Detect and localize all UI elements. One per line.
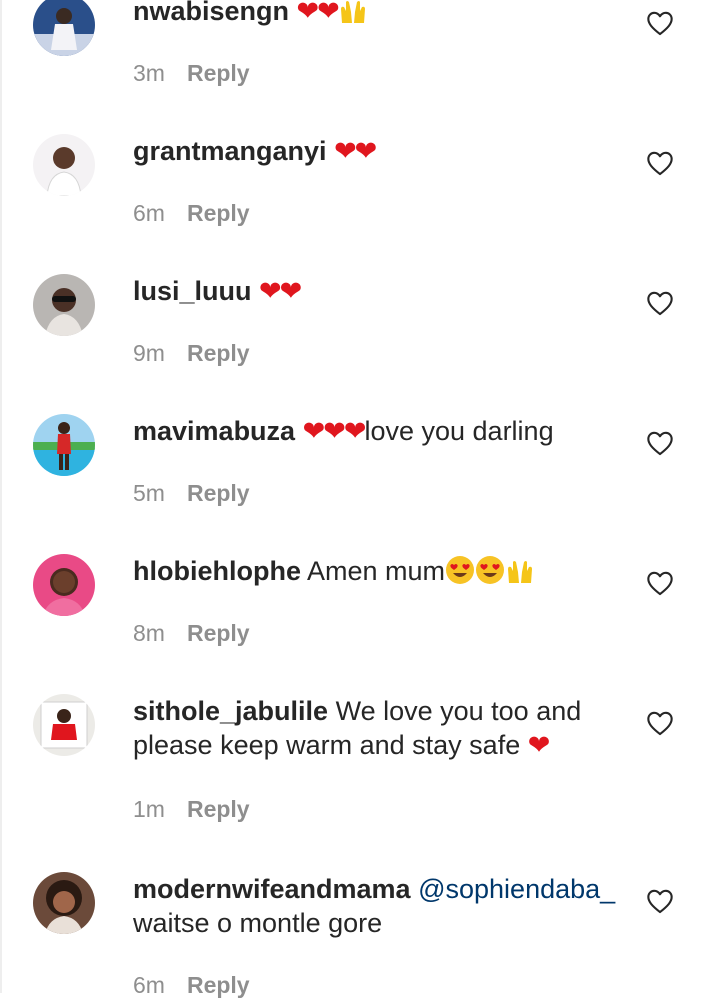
comment-body: Amen mum bbox=[307, 556, 446, 586]
comment-meta: 6m Reply bbox=[133, 972, 250, 999]
red-heart-emoji: ❤❤❤ bbox=[302, 416, 367, 446]
comment-meta: 9m Reply bbox=[133, 340, 250, 367]
like-button[interactable] bbox=[646, 570, 676, 598]
comment-text: modernwifeandmama @sophiendaba_ waitse o… bbox=[133, 872, 618, 940]
like-button[interactable] bbox=[646, 10, 676, 38]
heart-outline-icon bbox=[647, 711, 673, 736]
comment-body: waitse o montle gore bbox=[133, 908, 383, 938]
like-button[interactable] bbox=[646, 150, 676, 178]
avatar[interactable] bbox=[33, 694, 95, 756]
like-button[interactable] bbox=[646, 710, 676, 738]
comment-username[interactable]: nwabisengn bbox=[133, 0, 289, 26]
avatar[interactable] bbox=[33, 554, 95, 616]
reply-button[interactable]: Reply bbox=[187, 340, 250, 366]
heart-outline-icon bbox=[647, 11, 673, 36]
reply-button[interactable]: Reply bbox=[187, 796, 250, 822]
comment-meta: 8m Reply bbox=[133, 620, 250, 647]
reply-button[interactable]: Reply bbox=[187, 200, 250, 226]
avatar[interactable] bbox=[33, 134, 95, 196]
comment-text: hlobiehlophe Amen mum bbox=[133, 554, 618, 593]
comment-meta: 1m Reply bbox=[133, 796, 250, 823]
comment-text: sithole_jabulile We love you too and ple… bbox=[133, 694, 618, 762]
heart-outline-icon bbox=[647, 291, 673, 316]
heart-outline-icon bbox=[647, 571, 673, 596]
avatar[interactable] bbox=[33, 274, 95, 336]
reply-button[interactable]: Reply bbox=[187, 480, 250, 506]
avatar[interactable] bbox=[33, 414, 95, 476]
heart-outline-icon bbox=[647, 889, 673, 914]
raising-hands-emoji bbox=[338, 0, 368, 33]
avatar[interactable] bbox=[33, 0, 95, 56]
heart-eyes-face-emoji bbox=[445, 555, 475, 593]
like-button[interactable] bbox=[646, 290, 676, 318]
comment-username[interactable]: sithole_jabulile bbox=[133, 696, 328, 726]
comment-time: 6m bbox=[133, 200, 165, 226]
comment-username[interactable]: modernwifeandmama bbox=[133, 874, 411, 904]
reply-button[interactable]: Reply bbox=[187, 60, 250, 86]
comment-time: 9m bbox=[133, 340, 165, 366]
mention-link[interactable]: @sophiendaba_ bbox=[418, 874, 615, 904]
avatar[interactable] bbox=[33, 872, 95, 934]
comment-username[interactable]: lusi_luuu bbox=[133, 276, 252, 306]
comment-text: lusi_luuu ❤❤ bbox=[133, 274, 618, 308]
raising-hands-emoji bbox=[505, 557, 535, 593]
red-heart-emoji: ❤❤ bbox=[296, 0, 340, 26]
comment-text: nwabisengn ❤❤ bbox=[133, 0, 618, 33]
like-button[interactable] bbox=[646, 430, 676, 458]
comment-username[interactable]: mavimabuza bbox=[133, 416, 295, 446]
comment-meta: 5m Reply bbox=[133, 480, 250, 507]
heart-eyes-face-emoji bbox=[475, 555, 505, 593]
comment-time: 8m bbox=[133, 620, 165, 646]
heart-outline-icon bbox=[647, 431, 673, 456]
red-heart-emoji: ❤❤ bbox=[334, 136, 377, 166]
reply-button[interactable]: Reply bbox=[187, 972, 250, 998]
comment-text: grantmanganyi ❤❤ bbox=[133, 134, 618, 168]
comment-time: 6m bbox=[133, 972, 165, 998]
left-edge-rule bbox=[0, 0, 2, 993]
comment-body: love you darling bbox=[364, 416, 554, 446]
comment-time: 1m bbox=[133, 796, 165, 822]
reply-button[interactable]: Reply bbox=[187, 620, 250, 646]
comment-time: 5m bbox=[133, 480, 165, 506]
red-heart-emoji: ❤❤ bbox=[259, 276, 302, 306]
like-button[interactable] bbox=[646, 888, 676, 916]
comment-meta: 6m Reply bbox=[133, 200, 250, 227]
heart-outline-icon bbox=[647, 151, 673, 176]
comment-meta: 3m Reply bbox=[133, 60, 250, 87]
comment-username[interactable]: hlobiehlophe bbox=[133, 556, 301, 586]
red-heart-emoji: ❤ bbox=[527, 730, 551, 760]
comment-text: mavimabuza ❤❤❤love you darling bbox=[133, 414, 618, 448]
comment-username[interactable]: grantmanganyi bbox=[133, 136, 327, 166]
comment-time: 3m bbox=[133, 60, 165, 86]
